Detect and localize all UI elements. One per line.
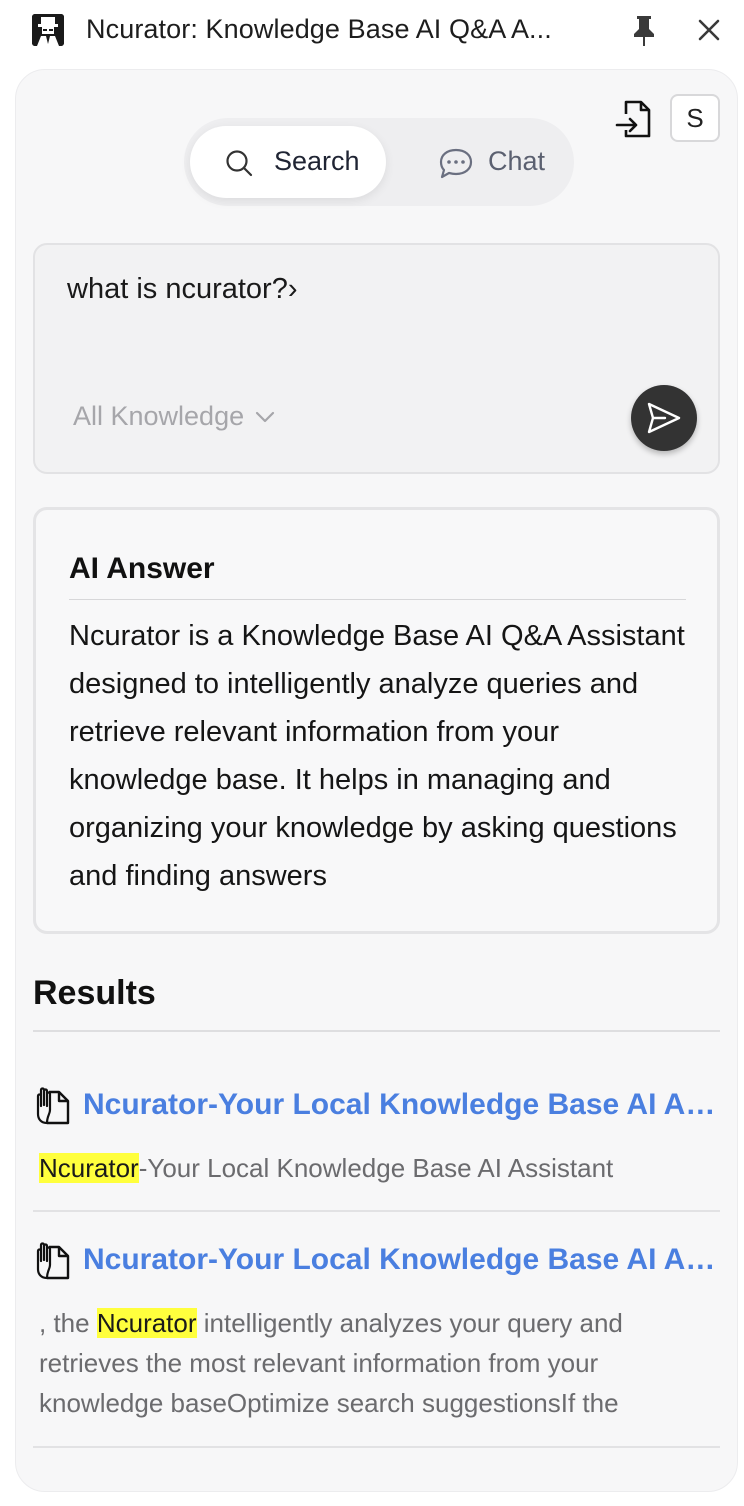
window-title: Ncurator: Knowledge Base AI Q&A A... bbox=[86, 14, 552, 44]
divider bbox=[33, 1210, 720, 1212]
snippet-highlight: Ncurator bbox=[96, 1308, 197, 1338]
user-avatar[interactable]: S bbox=[670, 94, 720, 142]
result-snippet: Ncurator-Your Local Knowledge Base AI As… bbox=[39, 1148, 709, 1188]
tab-search[interactable]: Search bbox=[190, 126, 386, 198]
ai-answer-card: AI Answer Ncurator is a Knowledge Base A… bbox=[33, 507, 720, 934]
snippet-text: , the bbox=[39, 1308, 97, 1338]
ai-answer-title: AI Answer bbox=[69, 552, 215, 585]
snippet-highlight: Ncurator bbox=[39, 1153, 139, 1183]
knowledge-scope-select[interactable]: All Knowledge bbox=[73, 401, 276, 432]
results-heading: Results bbox=[33, 974, 156, 1012]
document-hand-icon bbox=[35, 1241, 71, 1281]
chevron-down-icon bbox=[254, 409, 276, 425]
send-button[interactable] bbox=[631, 385, 697, 451]
result-item: Ncurator-Your Local Knowledge Base AI As… bbox=[33, 1241, 720, 1451]
tab-search-label: Search bbox=[274, 146, 360, 176]
divider bbox=[69, 599, 686, 600]
pin-icon[interactable] bbox=[630, 14, 658, 48]
document-hand-icon bbox=[35, 1086, 71, 1126]
ai-answer-body: Ncurator is a Knowledge Base AI Q&A Assi… bbox=[69, 620, 685, 892]
knowledge-scope-label: All Knowledge bbox=[73, 401, 245, 431]
close-icon[interactable] bbox=[694, 14, 724, 46]
result-title-link[interactable]: Ncurator-Your Local Knowledge Base AI As… bbox=[83, 1088, 720, 1122]
tab-chat[interactable]: Chat bbox=[420, 126, 570, 198]
result-snippet: , the Ncurator intelligently analyzes yo… bbox=[39, 1303, 709, 1423]
mode-toggle: Search Chat bbox=[184, 118, 574, 206]
query-input[interactable]: what is ncurator?› bbox=[67, 273, 298, 306]
window-titlebar: Ncurator: Knowledge Base AI Q&A A... bbox=[0, 0, 744, 62]
query-input-box[interactable]: what is ncurator?› All Knowledge bbox=[33, 243, 720, 474]
divider bbox=[33, 1030, 720, 1032]
main-panel: S Search Chat what is ncurator?› All Kno… bbox=[15, 69, 738, 1492]
tab-chat-label: Chat bbox=[488, 146, 546, 176]
search-icon bbox=[224, 148, 254, 178]
agent-spy-icon bbox=[32, 14, 64, 46]
file-import-icon[interactable] bbox=[614, 98, 654, 142]
chat-bubble-icon bbox=[438, 146, 474, 180]
send-icon bbox=[647, 402, 681, 434]
result-item: Ncurator-Your Local Knowledge Base AI As… bbox=[33, 1086, 720, 1212]
divider bbox=[33, 1446, 720, 1448]
snippet-text: -Your Local Knowledge Base AI Assistant bbox=[138, 1153, 614, 1183]
result-title-link[interactable]: Ncurator-Your Local Knowledge Base AI As… bbox=[83, 1243, 720, 1277]
